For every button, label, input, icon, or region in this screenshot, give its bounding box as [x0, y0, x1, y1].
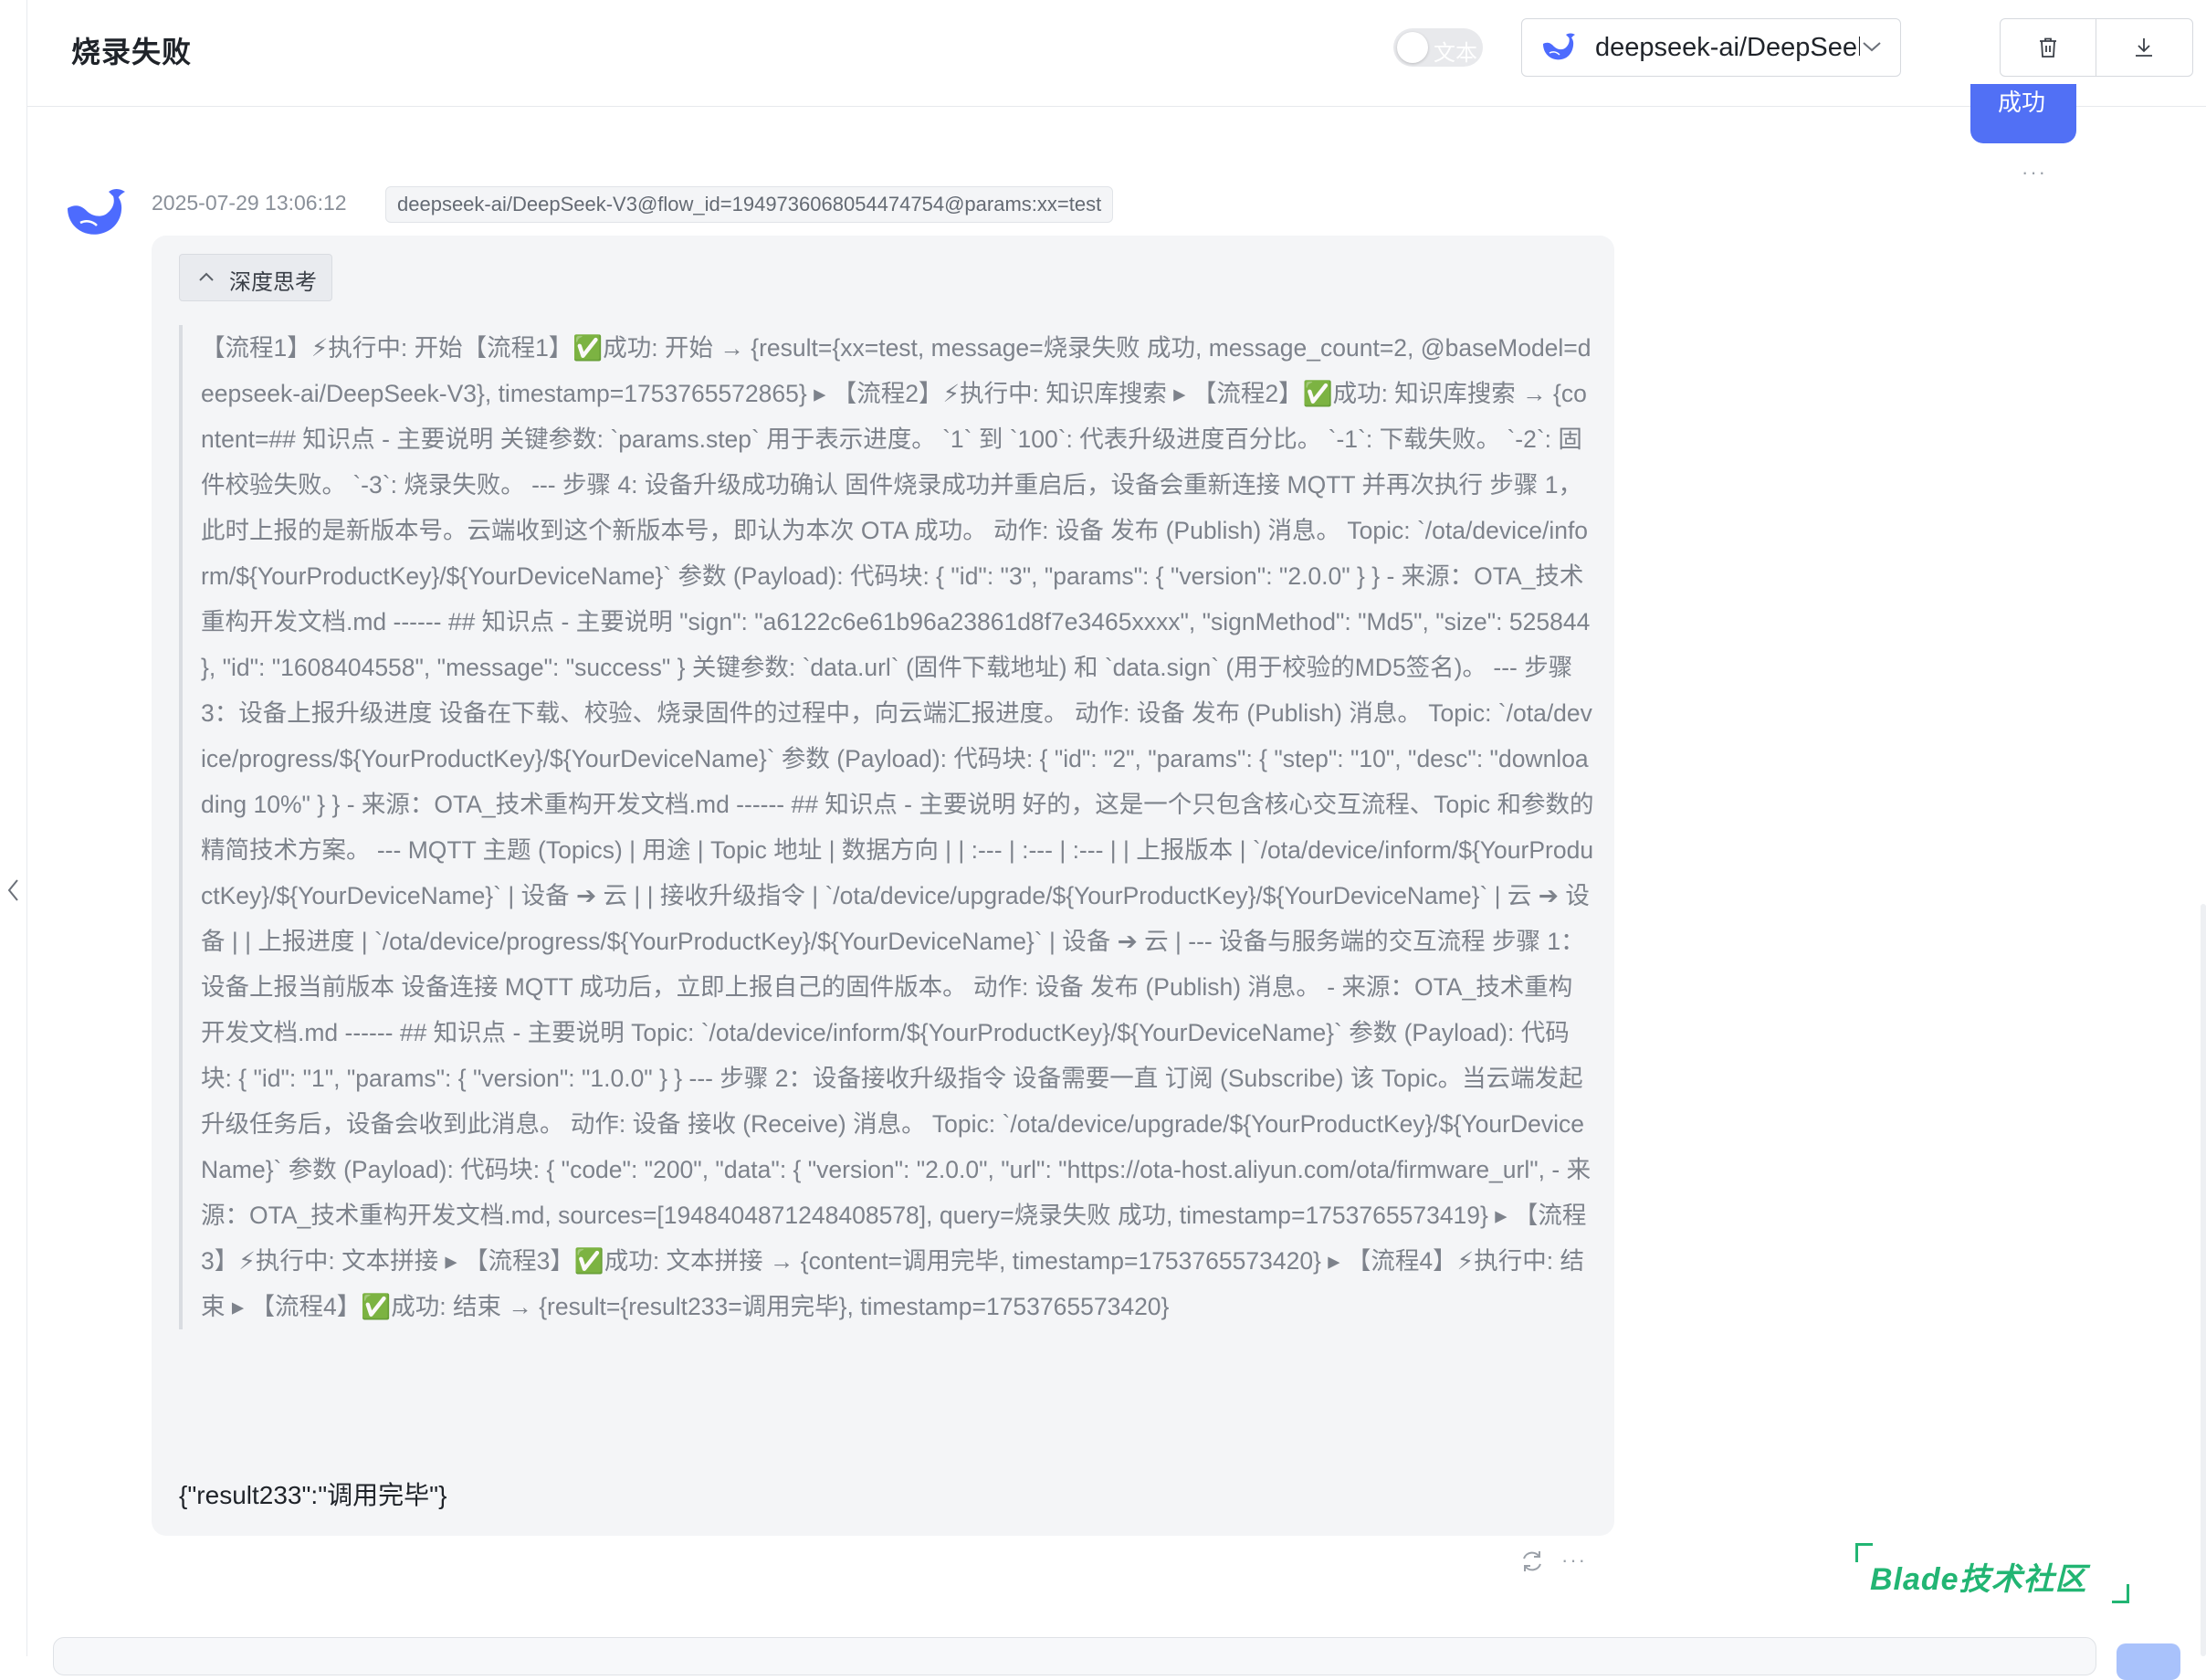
deep-thinking-label: 深度思考: [229, 270, 317, 295]
scrollbar[interactable]: [2201, 904, 2206, 1656]
page-title: 烧录失败: [71, 36, 193, 68]
message-timestamp: 2025-07-29 13:06:12: [152, 191, 347, 215]
watermark-text: Blade技术社区: [1870, 1562, 2087, 1597]
trash-icon: [2040, 37, 2056, 58]
user-message-more-button[interactable]: ···: [2022, 161, 2047, 184]
deepseek-logo-icon: [1543, 33, 1575, 60]
assistant-avatar-icon: [68, 189, 125, 235]
regenerate-icon[interactable]: [1519, 1549, 1545, 1574]
header: 烧录失败 文本 deepseek-ai/DeepSeek-V3: [27, 0, 2206, 107]
answer-text: {"result233":"调用完毕"}: [179, 1481, 447, 1509]
chevron-up-icon: [199, 272, 214, 281]
header-actions: [2000, 18, 2193, 77]
chat-input[interactable]: [53, 1637, 2096, 1675]
download-icon: [2136, 38, 2152, 57]
assistant-message-bubble: 深度思考 【流程1】⚡执行中: 开始【流程1】✅成功: 开始 → {result…: [152, 236, 1614, 1536]
user-message-bubble: 成功: [1970, 84, 2076, 143]
chevron-left-icon[interactable]: [5, 877, 22, 904]
user-message-text: 成功: [1998, 89, 2046, 116]
deep-thinking-toggle-button[interactable]: 深度思考: [179, 254, 332, 301]
model-name: deepseek-ai/DeepSeek-V3: [1595, 33, 1860, 62]
left-rail: [0, 0, 27, 1656]
send-button[interactable]: [2117, 1643, 2180, 1680]
assistant-message-more-button[interactable]: ···: [1561, 1549, 1587, 1572]
text-mode-toggle[interactable]: 文本: [1393, 28, 1483, 67]
thinking-text: 【流程1】⚡执行中: 开始【流程1】✅成功: 开始 → {result={xx=…: [201, 334, 1594, 1320]
download-button[interactable]: [2096, 19, 2191, 76]
delete-button[interactable]: [2001, 19, 2096, 76]
toggle-label: 文本: [1434, 41, 1477, 66]
thinking-content: 【流程1】⚡执行中: 开始【流程1】✅成功: 开始 → {result={xx=…: [179, 325, 1594, 1329]
model-select[interactable]: deepseek-ai/DeepSeek-V3: [1521, 18, 1901, 77]
watermark-logo: Blade技术社区: [1855, 1543, 2129, 1603]
chevron-down-icon: [1863, 42, 1881, 52]
watermark-bracket: [2112, 1584, 2129, 1603]
message-actions: ···: [1519, 1549, 1592, 1576]
flow-params-tag: deepseek-ai/DeepSeek-V3@flow_id=19497360…: [385, 186, 1114, 223]
toggle-knob: [1397, 32, 1428, 63]
